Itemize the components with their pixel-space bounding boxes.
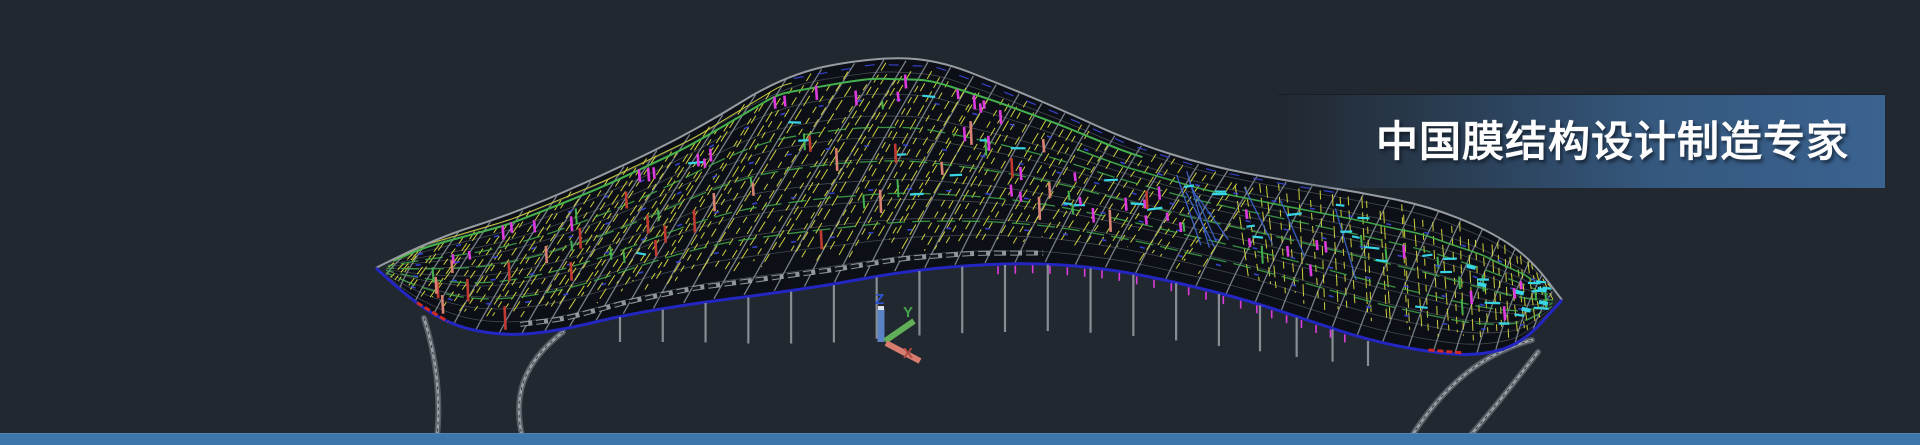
axis-y-label: Y — [903, 304, 913, 321]
slogan-text: 中国膜结构设计制造专家 — [1376, 95, 1885, 188]
hero-section: Z Y X 中国膜结构设计制造专家 — [0, 0, 1920, 445]
axis-y-bar — [885, 321, 914, 341]
ucs-axis-triad: Z Y X — [875, 291, 920, 362]
axis-x-label: X — [903, 345, 913, 362]
axis-z-label: Z — [875, 291, 884, 308]
cad-wireframe-model: Z Y X — [0, 0, 1920, 445]
bottom-accent-bar — [0, 433, 1920, 445]
slogan-banner: 中国膜结构设计制造专家 — [1278, 95, 1885, 188]
